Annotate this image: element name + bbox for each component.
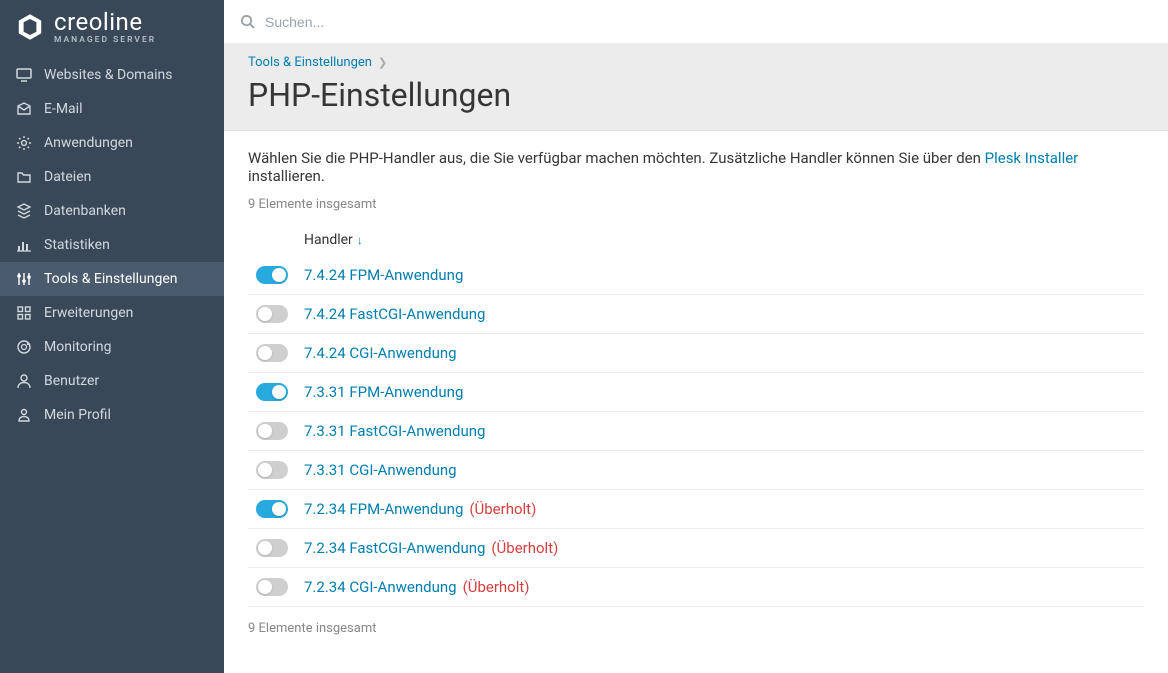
sidebar-item-label: Monitoring — [44, 339, 112, 355]
sidebar-item-websites-domains[interactable]: Websites & Domains — [0, 58, 224, 92]
breadcrumb-parent-link[interactable]: Tools & Einstellungen — [248, 55, 372, 70]
sidebar: creoline MANAGED SERVER Websites & Domai… — [0, 0, 224, 673]
sidebar-item-label: Mein Profil — [44, 407, 111, 423]
handler-toggle[interactable] — [256, 266, 288, 284]
logo-text-sub: MANAGED SERVER — [54, 36, 156, 45]
sidebar-item-statistiken[interactable]: Statistiken — [0, 228, 224, 262]
sidebar-item-monitoring[interactable]: Monitoring — [0, 330, 224, 364]
handler-toggle[interactable] — [256, 461, 288, 479]
handler-link[interactable]: 7.2.34 FPM-Anwendung — [304, 500, 463, 518]
handler-link[interactable]: 7.2.34 CGI-Anwendung — [304, 578, 457, 596]
sidebar-item-label: Websites & Domains — [44, 67, 172, 83]
handler-link[interactable]: 7.2.34 FastCGI-Anwendung — [304, 539, 485, 557]
sidebar-nav: Websites & Domains E-Mail Anwendungen Datei… — [0, 55, 224, 432]
table-row: 7.3.31 CGI-Anwendung — [248, 451, 1144, 490]
grid-icon — [16, 305, 32, 321]
sidebar-item-tools-einstellungen[interactable]: Tools & Einstellungen — [0, 262, 224, 296]
sidebar-item-dateien[interactable]: Dateien — [0, 160, 224, 194]
handler-link[interactable]: 7.4.24 FPM-Anwendung — [304, 266, 463, 284]
handler-table: Handler ↓ 7.4.24 FPM-Anwendung 7.4.24 Fas… — [248, 224, 1144, 607]
handler-link[interactable]: 7.3.31 CGI-Anwendung — [304, 461, 457, 479]
mail-icon — [16, 101, 32, 117]
sidebar-item-label: Benutzer — [44, 373, 99, 389]
search-bar — [224, 0, 1168, 44]
page-title: PHP-Einstellungen — [248, 76, 1144, 114]
plesk-installer-link[interactable]: Plesk Installer — [985, 149, 1079, 167]
gear-icon — [16, 135, 32, 151]
table-row: 7.3.31 FastCGI-Anwendung — [248, 412, 1144, 451]
sidebar-item-anwendungen[interactable]: Anwendungen — [0, 126, 224, 160]
sidebar-item-label: Tools & Einstellungen — [44, 271, 178, 287]
content-area: Wählen Sie die PHP-Handler aus, die Sie … — [224, 131, 1168, 654]
monitor-icon — [16, 67, 32, 83]
sidebar-item-label: E-Mail — [44, 101, 82, 117]
sliders-icon — [16, 271, 32, 287]
handler-toggle[interactable] — [256, 422, 288, 440]
chevron-right-icon: ❯ — [378, 56, 387, 69]
table-row: 7.2.34 FPM-Anwendung (Überholt) — [248, 490, 1144, 529]
page-header: Tools & Einstellungen ❯ PHP-Einstellunge… — [224, 44, 1168, 131]
sidebar-item-label: Anwendungen — [44, 135, 133, 151]
sidebar-item-erweiterungen[interactable]: Erweiterungen — [0, 296, 224, 330]
layers-icon — [16, 203, 32, 219]
deprecated-badge: (Überholt) — [469, 500, 536, 518]
table-row: 7.2.34 FastCGI-Anwendung (Überholt) — [248, 529, 1144, 568]
breadcrumb: Tools & Einstellungen ❯ — [248, 55, 1144, 70]
table-row: 7.2.34 CGI-Anwendung (Überholt) — [248, 568, 1144, 607]
intro-prefix: Wählen Sie die PHP-Handler aus, die Sie … — [248, 149, 985, 167]
table-row: 7.4.24 FPM-Anwendung — [248, 256, 1144, 295]
folder-icon — [16, 169, 32, 185]
sidebar-item-label: Dateien — [44, 169, 91, 185]
table-row: 7.4.24 CGI-Anwendung — [248, 334, 1144, 373]
intro-suffix: installieren. — [248, 167, 325, 185]
column-handler-label: Handler — [304, 232, 353, 248]
handler-toggle[interactable] — [256, 500, 288, 518]
search-input[interactable] — [265, 14, 1152, 30]
sidebar-item-label: Statistiken — [44, 237, 110, 253]
handler-link[interactable]: 7.3.31 FPM-Anwendung — [304, 383, 463, 401]
item-count-top: 9 Elemente insgesamt — [248, 197, 1144, 212]
handler-toggle[interactable] — [256, 539, 288, 557]
sidebar-item-mein-profil[interactable]: Mein Profil — [0, 398, 224, 432]
radar-icon — [16, 339, 32, 355]
handler-toggle[interactable] — [256, 383, 288, 401]
handler-link[interactable]: 7.4.24 CGI-Anwendung — [304, 344, 457, 362]
logo: creoline MANAGED SERVER — [0, 0, 224, 55]
handler-toggle[interactable] — [256, 578, 288, 596]
sort-arrow-down-icon: ↓ — [357, 233, 363, 247]
logo-icon — [14, 11, 46, 43]
search-icon — [240, 14, 255, 29]
main-content: Tools & Einstellungen ❯ PHP-Einstellunge… — [224, 0, 1168, 673]
intro-text: Wählen Sie die PHP-Handler aus, die Sie … — [248, 149, 1144, 185]
handler-toggle[interactable] — [256, 305, 288, 323]
handler-toggle[interactable] — [256, 344, 288, 362]
user-icon — [16, 373, 32, 389]
column-handler-header[interactable]: Handler ↓ — [304, 232, 1144, 248]
sidebar-item-label: Erweiterungen — [44, 305, 133, 321]
sidebar-item-datenbanken[interactable]: Datenbanken — [0, 194, 224, 228]
handler-link[interactable]: 7.3.31 FastCGI-Anwendung — [304, 422, 485, 440]
profile-icon — [16, 407, 32, 423]
item-count-bottom: 9 Elemente insgesamt — [248, 621, 1144, 636]
table-row: 7.4.24 FastCGI-Anwendung — [248, 295, 1144, 334]
deprecated-badge: (Überholt) — [463, 578, 530, 596]
sidebar-item-label: Datenbanken — [44, 203, 126, 219]
handler-link[interactable]: 7.4.24 FastCGI-Anwendung — [304, 305, 485, 323]
stats-icon — [16, 237, 32, 253]
sidebar-item-benutzer[interactable]: Benutzer — [0, 364, 224, 398]
sidebar-item-e-mail[interactable]: E-Mail — [0, 92, 224, 126]
table-row: 7.3.31 FPM-Anwendung — [248, 373, 1144, 412]
deprecated-badge: (Überholt) — [491, 539, 558, 557]
table-header: Handler ↓ — [248, 224, 1144, 256]
logo-text-main: creoline — [54, 10, 156, 34]
